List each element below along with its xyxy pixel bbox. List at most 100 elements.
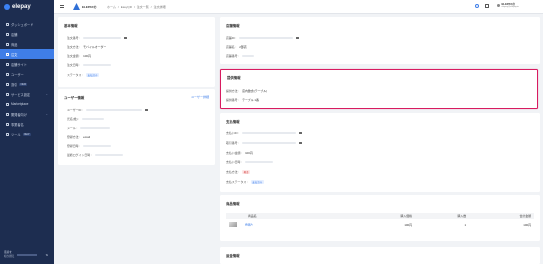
row-label: 店舗番号 : [226,54,240,58]
status-badge: 支払済み [250,180,264,184]
row-label: 最終ログイン日時 : [67,153,92,157]
breadcrumb: ホーム / EasyQR / 注文一覧 / 注文詳細 [107,5,166,9]
user-email-row: メール : [67,126,111,130]
row-label: 支払いID : [226,131,240,135]
download-icon[interactable] [485,4,489,8]
user-menu[interactable]: ELEPAYの elepay@elepay.io [497,2,519,8]
payment-id-row: 支払いID : [226,131,302,135]
breadcrumb-home[interactable]: ホーム [107,5,116,9]
card-title: 基本情報 [64,24,78,28]
sidebar-item-label: ユーザー [11,72,24,77]
store-name-row: 店舗名 : 2部店 [226,45,247,49]
sidebar-item-business[interactable]: 事業者名 [0,119,54,129]
payment-method-row: 支払方法 : 現金 [226,170,250,174]
row-label: 支払い日時 : [226,160,243,164]
switch-icon[interactable]: ⇅ [45,253,48,257]
last-login-value [94,153,123,157]
row-label: 注文番号 : [67,36,81,40]
order-date-row: 注文日時 : [67,63,112,67]
copy-icon[interactable] [296,36,299,40]
chevron-down-icon: ⌄ [45,92,48,96]
payment-id-value [242,131,297,135]
card-title: 商品情報 [226,202,240,206]
copy-icon[interactable] [299,131,302,135]
sidebar-item-marketplace[interactable]: Marketplace [0,99,54,109]
env-label: 切り替え [4,254,15,258]
order-method-row: 注文方法 : モバイルオーダー [67,45,106,49]
row-label: 注文方法 : [67,45,81,49]
breadcrumb-easyqr[interactable]: EasyQR [121,5,132,9]
products-table: 商品名 購入価格 購入数 合計金額 商品A 100円 1 100円 [226,213,534,230]
sidebar-item-label: ツール [11,132,21,137]
payment-status-row: 支払ステータス : 支払済み [226,180,264,184]
order-amount-value: 100円 [83,54,91,58]
discount-icon [6,82,9,86]
payment-date-value [245,160,274,164]
sidebar-item-dashboard[interactable]: ダッシュボード [0,19,54,29]
brand-name: elepay [12,4,31,10]
payment-info-card: 支払情報 支払いID : 取引番号 : 支払い金額 : 100円 支払い日時 :… [220,113,540,192]
sidebar-item-tool[interactable]: ツール NEW [0,129,54,139]
payment-method-badge: 現金 [242,170,250,174]
sidebar-item-store[interactable]: 店舗 [0,29,54,39]
pickup-method-row: 提供方法 : 店内飲食(テーブル) [226,89,267,93]
sidebar-item-user[interactable]: ユーザー [0,69,54,79]
order-number-row: 注文番号 : [67,36,127,40]
product-link[interactable]: 商品A [245,222,253,226]
pickup-method-value: 店内飲食(テーブル) [242,89,268,93]
sidebar-item-developer[interactable]: 開発者向け ⌄ [0,109,54,119]
sidebar-item-product[interactable]: 商品 [0,39,54,49]
row-label: 注文金額 : [67,54,81,58]
transaction-number-value [242,141,297,145]
brand-logo[interactable]: elepay [4,4,31,10]
user-register-date-row: 登録日時 : [67,144,112,148]
payment-date-row: 支払い日時 : [226,160,274,164]
marketplace-icon [6,102,9,106]
row-label: 支払ステータス : [226,180,248,184]
row-label: 取引番号 : [226,141,240,145]
sidebar-item-order[interactable]: 注文 [0,49,54,59]
breadcrumb-current: 注文詳細 [153,5,166,9]
user-detail-link[interactable]: ユーザー詳細 [191,95,209,99]
help-icon[interactable] [475,4,479,8]
breadcrumb-sep: / [133,5,135,9]
user-info-card: ユーザー情報 ユーザー詳細 ユーザーID : 氏名(姓) : メール : 登録方… [58,89,215,165]
product-cell: 商品A [226,219,350,230]
product-icon [6,42,9,46]
price-cell: 100円 [404,222,413,227]
refund-info-card: 返金情報 [220,247,540,264]
order-basic-card: 基本情報 注文番号 : 注文方法 : モバイルオーダー 注文金額 : 100円 … [58,17,215,87]
payment-amount-row: 支払い金額 : 100円 [226,151,253,155]
elepay-logo-icon [4,4,10,10]
sidebar-item-service-settings[interactable]: サービス設定 ⌄ [0,89,54,99]
sidebar-item-discount[interactable]: 割引 NEW [0,79,54,89]
user-name-row: 氏名(姓) : [67,117,105,121]
register-method-value: email [83,135,91,139]
business-icon [6,122,9,126]
store-icon [6,32,9,36]
sidebar-item-site[interactable]: 店舗サイト [0,59,54,69]
copy-icon[interactable] [299,141,302,145]
row-label: 登録日時 : [67,144,81,148]
user-id-value [86,108,143,112]
pickup-number-value: テーブル 1番 [242,98,259,102]
row-label: 店舗ID : [226,36,237,40]
store-id-row: 店舗ID : [226,36,299,40]
sidebar-item-label: Marketplace [11,102,29,106]
order-amount-row: 注文金額 : 100円 [67,54,91,58]
avatar [497,4,500,8]
sidebar-item-label: 事業者名 [11,122,24,127]
card-title: 店舗情報 [226,24,240,28]
menu-icon[interactable] [60,5,64,8]
sidebar-nav: ダッシュボード 店舗 商品 注文 店舗サイト ユーザー 割引 NEW サービス設定… [0,19,54,139]
copy-icon[interactable] [145,108,148,112]
store-number-row: 店舗番号 : [226,54,255,58]
environment-switcher[interactable]: 環境を 切り替え ⇅ [4,251,50,258]
breadcrumb-sep: / [150,5,152,9]
breadcrumb-sep: / [117,5,119,9]
qty-cell: 1 [464,222,467,227]
card-title: 提供情報 [227,76,241,80]
site-icon [6,62,9,66]
breadcrumb-orders[interactable]: 注文一覧 [137,5,149,9]
copy-icon[interactable] [124,36,127,40]
